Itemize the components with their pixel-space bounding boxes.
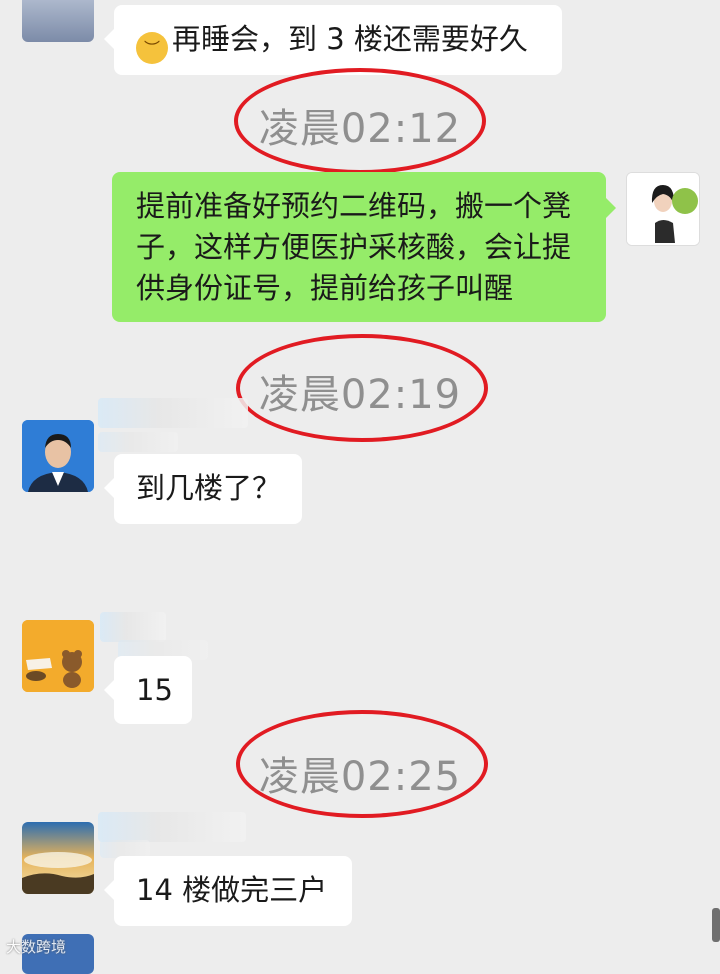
message-text: 15 [136,673,173,707]
cartoon-bear-icon [22,620,94,692]
avatar-contact[interactable] [22,620,94,692]
message-bubble[interactable]: 到几楼了？ [104,454,302,524]
watermark-text: 大数跨境 [6,938,67,956]
avatar-contact-top[interactable] [22,0,94,42]
sender-name-blurred [98,432,178,452]
message-bubble[interactable]: ︶ 再睡会，到 3 楼还需要好久 [104,5,562,75]
man-portrait-icon [22,420,94,492]
sender-name-blurred [98,812,246,842]
message-text: 到几楼了？ [136,471,282,505]
message-text: 提前准备好预约二维码，搬一个凳子，这样方便医护采核酸，会让提供身份证号，提前给孩… [136,189,572,305]
sad-face-emoji-icon: ︶ [136,32,168,64]
sunrise-landscape-icon [22,822,94,894]
red-circle-annotation [236,334,488,442]
message-bubble[interactable]: 15 [104,656,192,724]
message-text: 14 楼做完三户 [136,873,328,907]
red-circle-annotation [236,710,488,818]
avatar-contact[interactable] [22,420,94,492]
woman-portrait-icon [627,173,699,245]
scrollbar-thumb[interactable] [712,908,720,942]
sender-name-blurred [98,398,248,428]
sender-name-blurred [100,612,166,642]
message-text: 再睡会，到 3 楼还需要好久 [172,22,528,56]
avatar-contact[interactable] [22,822,94,894]
avatar-self[interactable] [626,172,700,246]
red-circle-annotation [234,68,486,174]
message-bubble[interactable]: 14 楼做完三户 [104,856,352,926]
message-bubble-self[interactable]: 提前准备好预约二维码，搬一个凳子，这样方便医护采核酸，会让提供身份证号，提前给孩… [112,172,616,322]
